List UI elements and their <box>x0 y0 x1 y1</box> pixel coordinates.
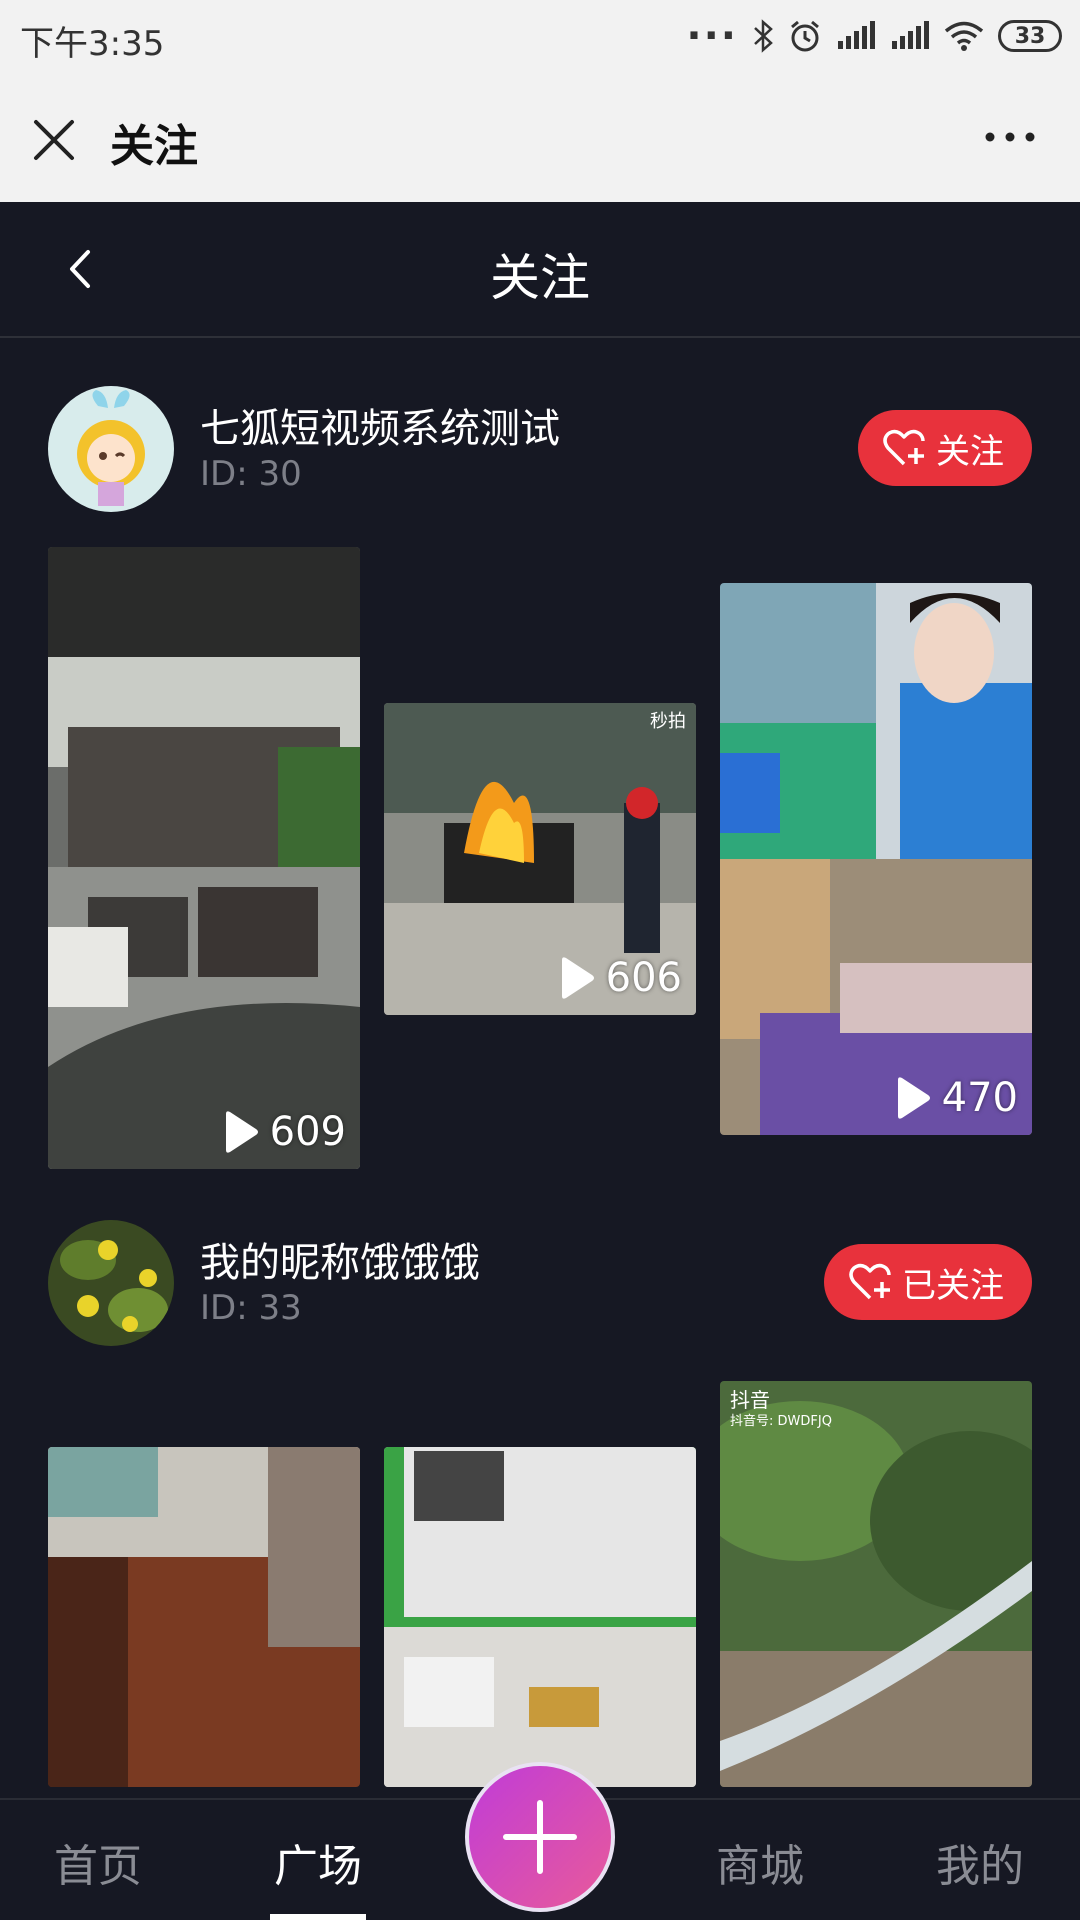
nav-mall[interactable]: 商城 <box>670 1830 850 1894</box>
avatar[interactable] <box>48 1220 174 1346</box>
status-icons: ··· 33 <box>686 16 1062 56</box>
nav-active-indicator <box>270 1914 366 1920</box>
play-count: 470 <box>894 1075 1018 1121</box>
video-thumbnail <box>720 583 1032 1135</box>
plus-icon <box>503 1800 577 1874</box>
battery-icon: 33 <box>998 20 1062 52</box>
video-thumbnail <box>48 1447 360 1787</box>
follow-button-label: 已关注 <box>902 1265 1004 1306</box>
video-watermark: 秒拍 <box>650 711 686 732</box>
signal-icon <box>838 21 875 49</box>
watermark-line-2: 抖音号: DWDFJQ <box>730 1414 832 1429</box>
user-id: ID: 30 <box>200 454 302 494</box>
video-tile[interactable]: 抖音 抖音号: DWDFJQ <box>720 1381 1032 1787</box>
webview-title: 关注 <box>110 121 198 172</box>
nav-square[interactable]: 广场 <box>228 1830 408 1894</box>
video-tile[interactable] <box>384 1447 696 1787</box>
create-button[interactable] <box>465 1762 615 1912</box>
app-header: 关注 <box>0 202 1080 338</box>
play-count: 606 <box>558 955 682 1001</box>
play-count: 609 <box>222 1109 346 1155</box>
play-count-value: 470 <box>941 1075 1018 1121</box>
play-icon <box>225 1111 258 1153</box>
play-count-value: 606 <box>605 955 682 1001</box>
play-icon <box>561 957 594 999</box>
close-icon[interactable] <box>30 116 78 164</box>
user-row[interactable]: 我的昵称饿饿饿 ID: 33 已关注 <box>0 1220 1080 1350</box>
webview-header: 关注 <box>0 76 1080 202</box>
follow-button-label: 关注 <box>936 431 1004 472</box>
video-thumbnail <box>384 1447 696 1787</box>
video-watermark: 抖音 抖音号: DWDFJQ <box>730 1389 832 1433</box>
heart-plus-icon <box>849 1263 891 1300</box>
user-name[interactable]: 我的昵称饿饿饿 <box>200 1230 480 1288</box>
signal-icon-2 <box>892 21 929 49</box>
user-name[interactable]: 七狐短视频系统测试 <box>200 396 560 454</box>
user-id: ID: 33 <box>200 1288 302 1328</box>
more-icon[interactable] <box>980 122 1040 152</box>
video-tile[interactable]: 470 <box>720 583 1032 1135</box>
status-time: 下午3:35 <box>20 24 165 64</box>
status-bar: 下午3:35 ··· 33 <box>0 0 1080 76</box>
avatar[interactable] <box>48 386 174 512</box>
video-thumbnail <box>720 1381 1032 1787</box>
video-thumbnail <box>48 547 360 1169</box>
alarm-icon <box>791 20 819 52</box>
nav-home[interactable]: 首页 <box>8 1830 188 1894</box>
watermark-line-1: 抖音 <box>730 1388 770 1412</box>
heart-plus-icon <box>883 429 925 466</box>
video-tile[interactable] <box>48 1447 360 1787</box>
nav-mine[interactable]: 我的 <box>890 1830 1070 1894</box>
page-title: 关注 <box>490 249 590 307</box>
user-row[interactable]: 七狐短视频系统测试 ID: 30 关注 <box>0 386 1080 516</box>
play-icon <box>897 1077 930 1119</box>
video-tile[interactable]: 609 <box>48 547 360 1169</box>
video-tile[interactable]: 秒拍 606 <box>384 703 696 1015</box>
followed-button[interactable]: 已关注 <box>824 1244 1032 1320</box>
follow-button[interactable]: 关注 <box>858 410 1032 486</box>
play-count-value: 609 <box>269 1109 346 1155</box>
notification-dots-icon: ··· <box>686 13 738 59</box>
wifi-icon <box>944 21 984 51</box>
bluetooth-icon <box>754 19 773 53</box>
